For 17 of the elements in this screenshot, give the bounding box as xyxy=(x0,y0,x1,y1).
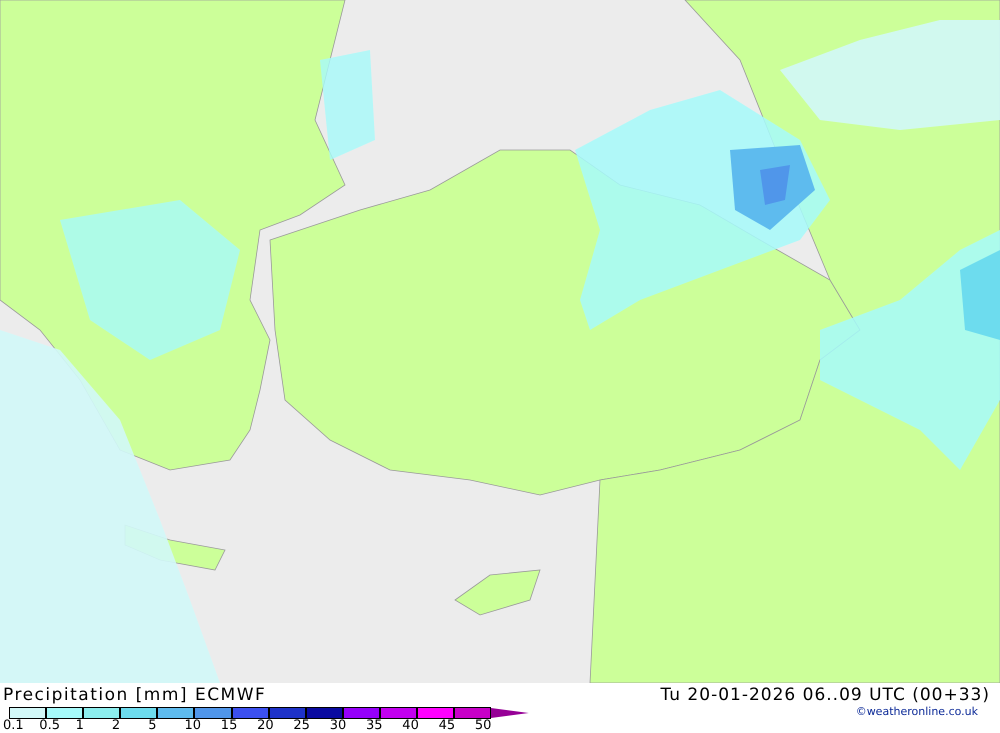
legend-label: 1 xyxy=(76,718,84,733)
legend-label: 15 xyxy=(220,718,238,733)
map-title: Precipitation [mm] ECMWF xyxy=(3,685,266,705)
legend-label: 0.5 xyxy=(39,718,60,733)
legend-label: 30 xyxy=(330,718,346,733)
legend-label: 2 xyxy=(112,718,120,733)
valid-time: Tu 20-01-2026 06..09 UTC (00+33) xyxy=(660,685,990,705)
legend-label: 20 xyxy=(257,718,274,733)
legend-label: 0.1 xyxy=(3,718,24,733)
legend-label: 35 xyxy=(366,718,383,733)
legend-label: 45 xyxy=(438,718,456,733)
legend-label: 5 xyxy=(148,718,156,733)
legend-label: 25 xyxy=(293,718,310,733)
legend-label: 10 xyxy=(184,718,202,733)
credit-link[interactable]: ©weatheronline.co.uk xyxy=(856,705,978,718)
legend-label: 50 xyxy=(474,718,492,733)
legend-label: 40 xyxy=(402,718,419,733)
